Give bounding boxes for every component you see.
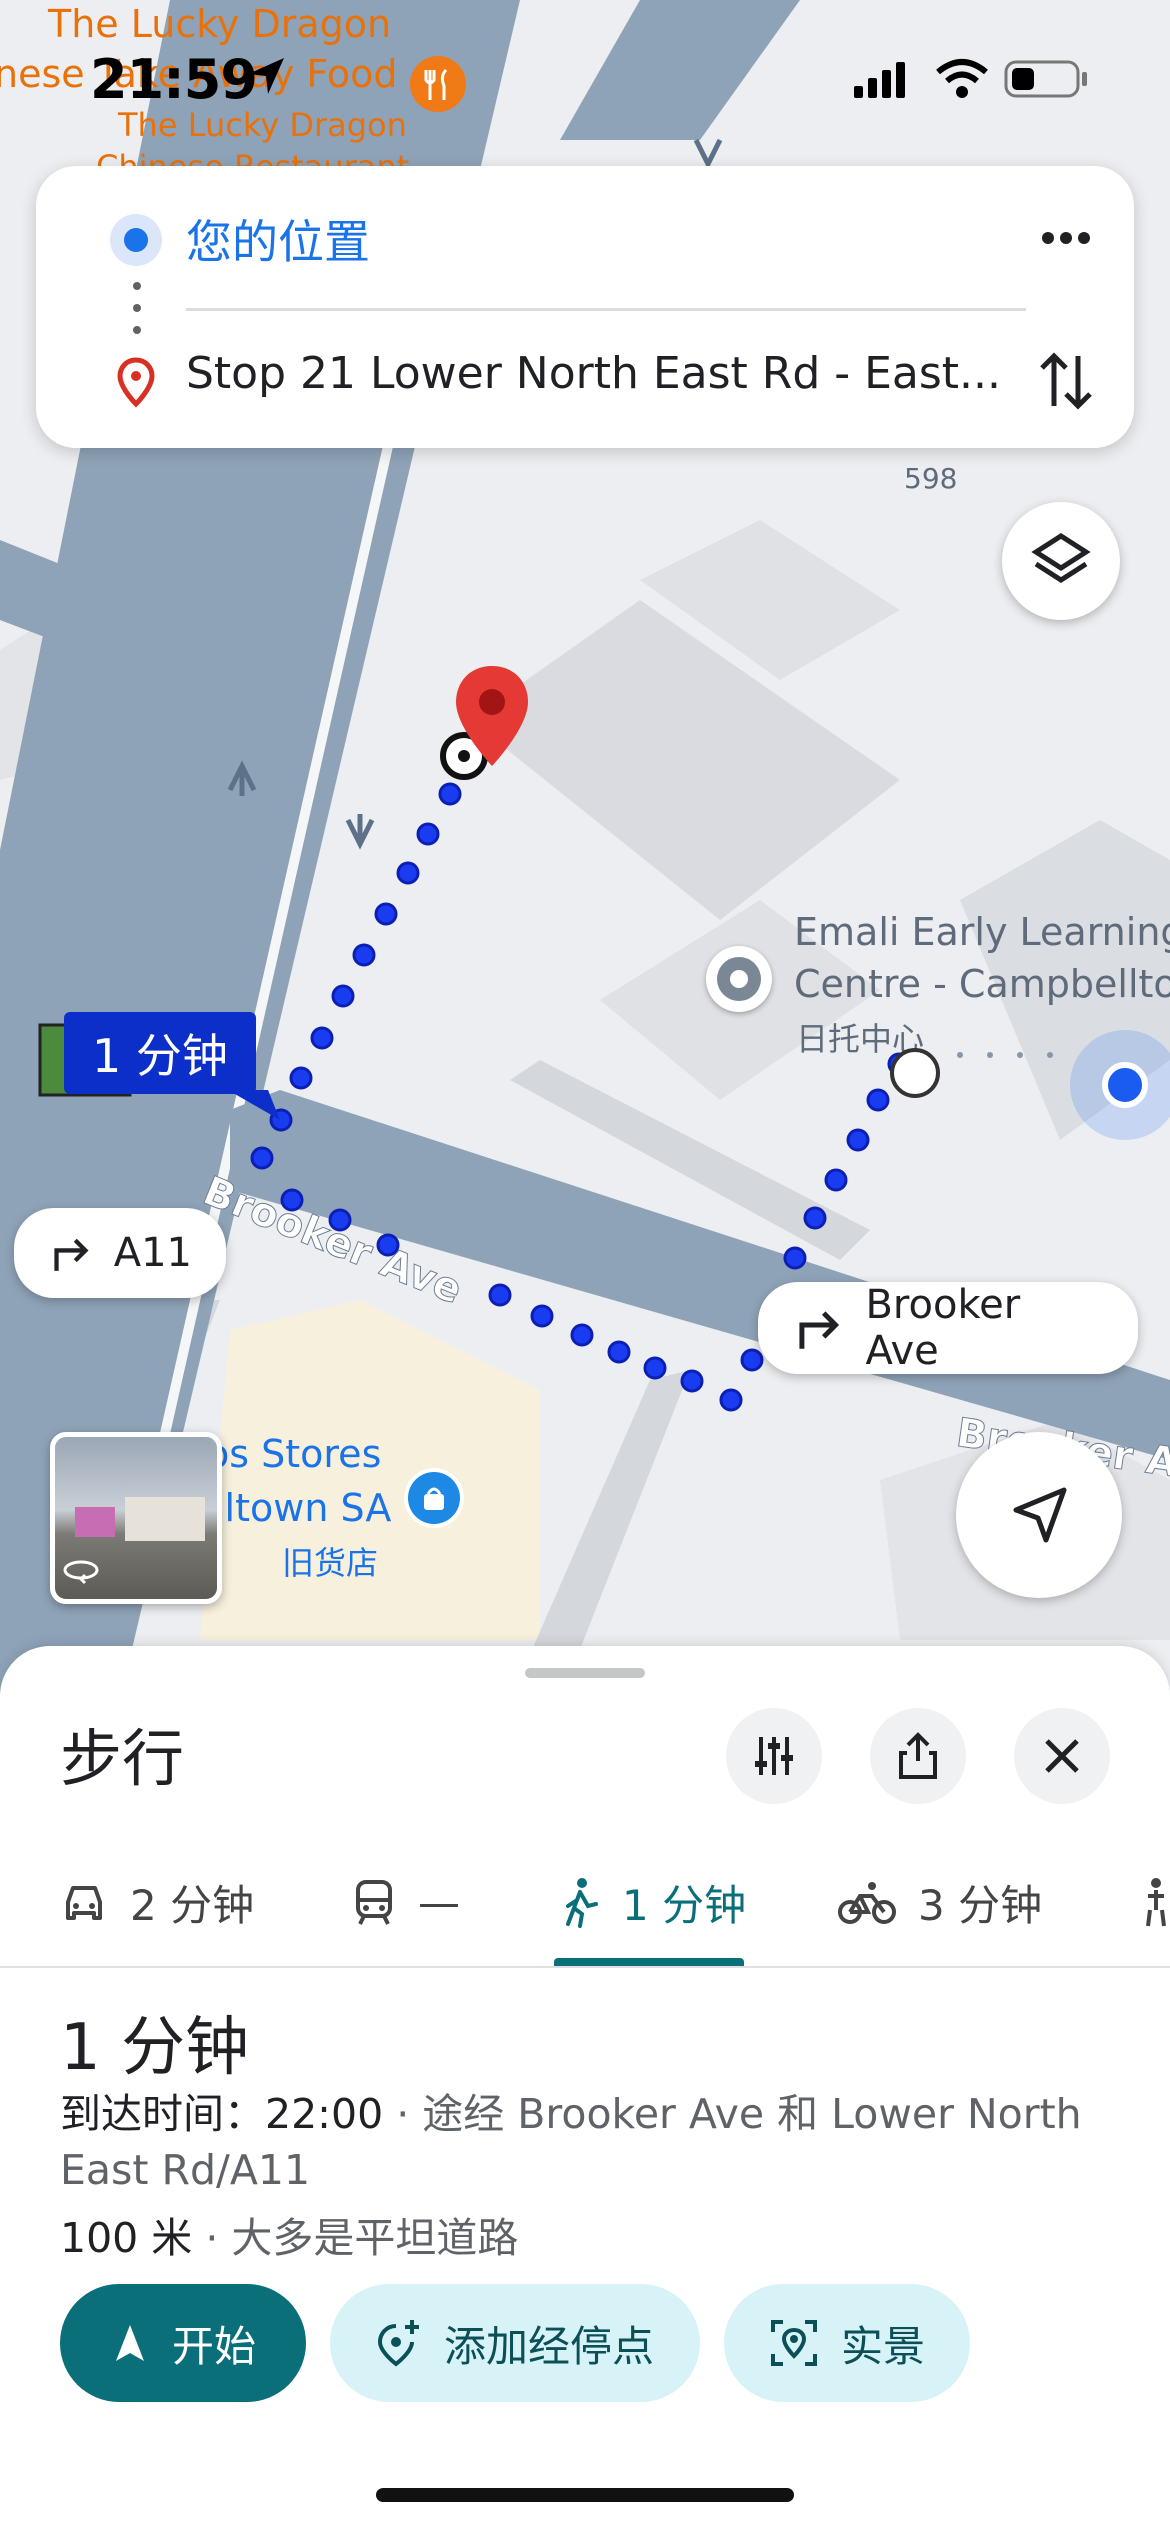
route-start-marker bbox=[890, 1048, 940, 1098]
tab-transit-label: — bbox=[418, 1877, 460, 1927]
tab-transit[interactable]: — bbox=[352, 1842, 460, 1962]
origin-dot-icon bbox=[110, 214, 162, 266]
live-view-button[interactable]: 实景 bbox=[724, 2284, 970, 2402]
shopping-icon[interactable] bbox=[404, 1468, 464, 1528]
layers-button[interactable] bbox=[1002, 502, 1120, 620]
turn-right-icon bbox=[54, 1238, 89, 1271]
destination-pin-small-icon bbox=[117, 357, 155, 408]
route-duration-bubble: 1 分钟 bbox=[64, 1012, 256, 1094]
tab-bike-label: 3 分钟 bbox=[918, 1880, 1043, 1930]
transit-icon bbox=[356, 1880, 392, 1925]
share-button[interactable] bbox=[870, 1708, 966, 1804]
sheet-drag-handle[interactable] bbox=[525, 1668, 645, 1678]
status-bar: 21:59 bbox=[0, 0, 1170, 150]
thumbnail-building bbox=[125, 1497, 205, 1541]
live-view-button-label: 实景 bbox=[840, 2321, 925, 2371]
location-arrow-icon bbox=[248, 58, 284, 94]
status-time: 21:59 bbox=[90, 48, 258, 111]
tab-walk[interactable]: 1 分钟 bbox=[560, 1842, 746, 1962]
tab-drive-label: 2 分钟 bbox=[130, 1880, 255, 1930]
layers-icon bbox=[1031, 533, 1091, 583]
poi-store-label: os Stores bbox=[206, 1432, 382, 1476]
poi-emali-label: Emali Early Learning bbox=[794, 910, 1170, 954]
bubble-tail bbox=[228, 1090, 280, 1120]
travel-mode-tabs: 2 分钟 — 1 分钟 3 分钟 bbox=[0, 1842, 1170, 1968]
add-stop-button[interactable]: 添加经停点 bbox=[330, 2284, 700, 2402]
cellular-signal-icon bbox=[854, 62, 905, 98]
active-tab-indicator bbox=[554, 1958, 744, 1966]
poi-store-sub: 旧货店 bbox=[282, 1544, 379, 1582]
add-stop-button-label: 添加经停点 bbox=[443, 2321, 654, 2371]
ride-icon bbox=[1146, 1878, 1166, 1927]
destination-pin-icon[interactable] bbox=[452, 662, 532, 776]
tab-bike[interactable]: 3 分钟 bbox=[838, 1842, 1042, 1962]
live-view-icon bbox=[770, 2320, 817, 2366]
options-button[interactable] bbox=[726, 1708, 822, 1804]
poi-emali-label-2: Centre - Campbellto bbox=[794, 962, 1170, 1006]
origin-field[interactable]: 您的位置 bbox=[186, 206, 370, 272]
add-location-icon bbox=[377, 2320, 419, 2367]
directions-sheet: 步行 2 分钟 — 1 分钟 3 分钟 1 分钟 到达时间：22:00 · 途经… bbox=[0, 1646, 1170, 2532]
close-button[interactable] bbox=[1014, 1708, 1110, 1804]
turn-chip-a11-label: A11 bbox=[113, 1230, 192, 1276]
bike-icon bbox=[838, 1882, 896, 1924]
navigation-arrow-icon bbox=[1013, 1487, 1067, 1543]
share-icon bbox=[899, 1732, 937, 1779]
thumbnail-detail bbox=[75, 1507, 115, 1537]
sheet-title: 步行 bbox=[60, 1722, 185, 1795]
tab-more-modes[interactable] bbox=[1136, 1842, 1170, 1962]
turn-chip-a11[interactable]: A11 bbox=[14, 1208, 226, 1298]
card-divider bbox=[186, 308, 1026, 311]
sliders-icon bbox=[755, 1737, 793, 1775]
route-terrain: · 大多是平坦道路 bbox=[192, 2214, 519, 2262]
recenter-button[interactable] bbox=[956, 1432, 1122, 1598]
route-distance: 100 米 bbox=[60, 2214, 193, 2262]
arrival-time: 到达时间：22:00 bbox=[60, 2090, 384, 2138]
poi-pin-icon[interactable] bbox=[706, 946, 772, 1012]
navigation-start-icon bbox=[115, 2325, 144, 2361]
more-options-icon[interactable] bbox=[1034, 218, 1098, 258]
battery-icon bbox=[1004, 60, 1087, 98]
directions-card: 您的位置 Stop 21 Lower North East Rd - East.… bbox=[36, 166, 1134, 448]
car-icon bbox=[66, 1886, 102, 1920]
walk-icon bbox=[566, 1878, 598, 1928]
poi-store-label-2: lltown SA bbox=[214, 1486, 392, 1530]
turn-chip-brooker-label: Brooker Ave bbox=[865, 1282, 1021, 1374]
close-icon bbox=[1045, 1739, 1079, 1773]
current-location-icon bbox=[1070, 1030, 1170, 1140]
street-view-thumbnail[interactable] bbox=[50, 1432, 222, 1604]
rotate-360-icon bbox=[63, 1560, 99, 1585]
start-button[interactable]: 开始 bbox=[60, 2284, 306, 2402]
house-number: 598 bbox=[904, 462, 958, 495]
tab-drive[interactable]: 2 分钟 bbox=[60, 1842, 254, 1962]
home-indicator[interactable] bbox=[376, 2488, 794, 2502]
distance-info: 100 米 · 大多是平坦道路 bbox=[60, 2204, 518, 2264]
arrival-info: 到达时间：22:00 · 途经 Brooker Ave 和 Lower Nort… bbox=[60, 2086, 1120, 2198]
tab-walk-label: 1 分钟 bbox=[622, 1880, 747, 1930]
turn-chip-brooker[interactable]: Brooker Ave bbox=[758, 1282, 1138, 1374]
wifi-icon bbox=[936, 59, 988, 98]
destination-field[interactable]: Stop 21 Lower North East Rd - East... bbox=[186, 348, 1001, 399]
route-duration: 1 分钟 bbox=[60, 2011, 250, 2085]
swap-directions-icon[interactable] bbox=[1034, 346, 1098, 416]
turn-right-icon bbox=[799, 1311, 840, 1349]
start-button-label: 开始 bbox=[171, 2321, 256, 2371]
connector-dots bbox=[133, 282, 141, 334]
